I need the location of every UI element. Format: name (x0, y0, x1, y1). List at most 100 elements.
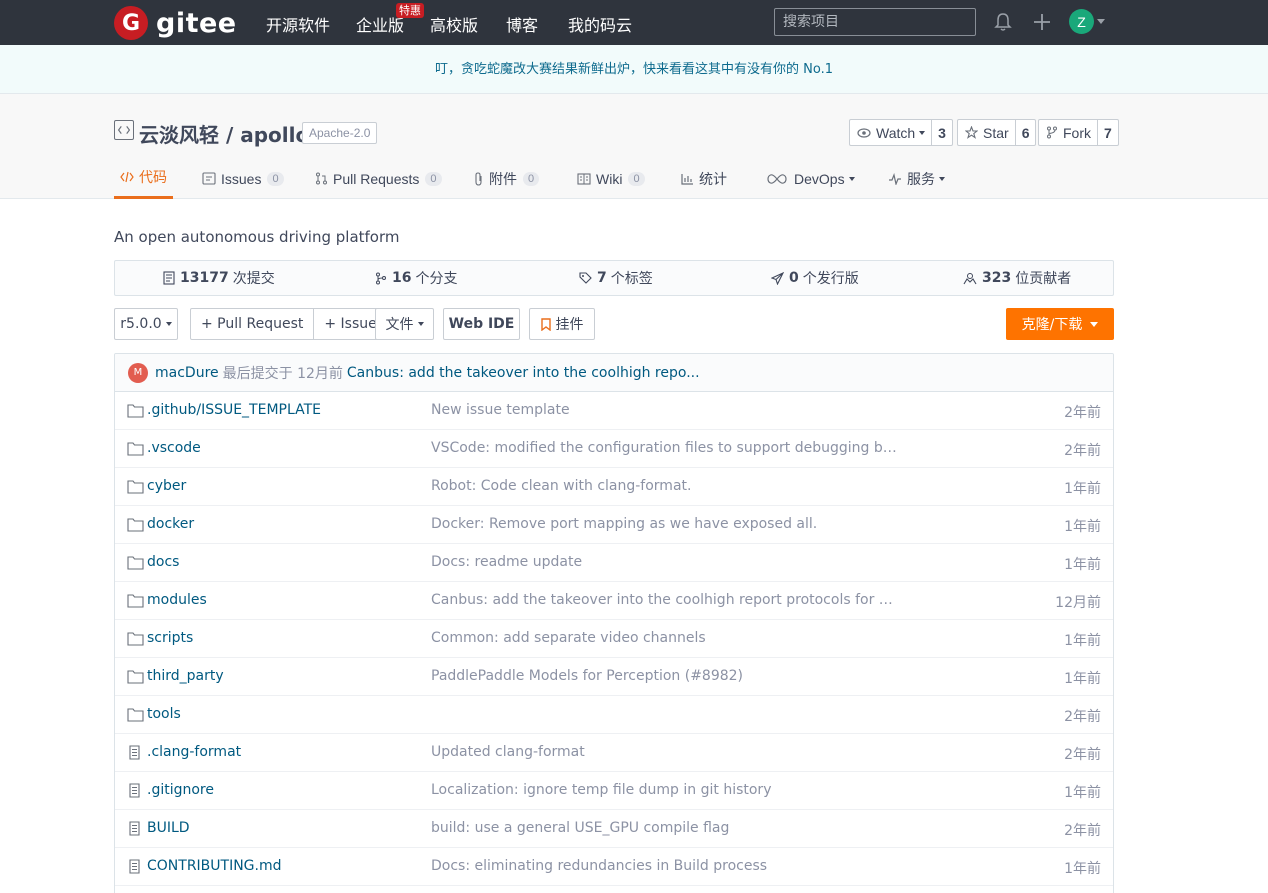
file-commit-message[interactable]: VSCode: modified the configuration files… (431, 440, 901, 456)
file-name-link[interactable]: .github/ISSUE_TEMPLATE (147, 402, 321, 418)
book-icon (577, 172, 591, 185)
notice-text[interactable]: 叮，贪吃蛇魔改大赛结果新鲜出炉，快来看看这其中有没有你的 No.1 (435, 62, 833, 77)
file-row[interactable]: CONTRIBUTING.md Docs: eliminating redunda… (115, 848, 1113, 886)
file-row[interactable]: scripts Common: add separate video channe… (115, 620, 1113, 658)
file-commit-message[interactable]: Robot: Code clean with clang-format. (431, 478, 901, 494)
stat-contributors[interactable]: 323 位贡献者 (963, 261, 1071, 295)
tab-devops[interactable]: DevOps (767, 158, 855, 199)
widget-button[interactable]: 挂件 (529, 308, 595, 340)
license-badge[interactable]: Apache-2.0 (302, 122, 378, 144)
file-name-link[interactable]: cyber (147, 478, 186, 494)
file-row[interactable]: cyber Robot: Code clean with clang-format… (115, 468, 1113, 506)
file-name-link[interactable]: BUILD (147, 820, 190, 836)
file-row[interactable]: tools 2年前 (115, 696, 1113, 734)
stat-releases[interactable]: 0 个发行版 (771, 261, 859, 295)
tab-statistics-label: 统计 (699, 170, 727, 187)
nav-open-source[interactable]: 开源软件 (266, 12, 330, 36)
file-menu-button[interactable]: 文件 (375, 308, 434, 340)
watch-button[interactable]: Watch (850, 120, 933, 145)
nav-university[interactable]: 高校版 (430, 12, 478, 36)
tab-statistics[interactable]: 统计 (681, 158, 727, 199)
branch-select[interactable]: r5.0.0 (114, 308, 178, 340)
file-name-link[interactable]: docs (147, 554, 179, 570)
watch-count[interactable]: 3 (932, 120, 952, 145)
file-row[interactable]: third_party PaddlePaddle Models for Perce… (115, 658, 1113, 696)
commit-author-avatar[interactable]: M (128, 362, 148, 383)
file-row[interactable]: docker Docker: Remove port mapping as we … (115, 506, 1113, 544)
new-pull-request-button[interactable]: + Pull Request (191, 309, 313, 339)
file-name-link[interactable]: .gitignore (147, 782, 214, 798)
fork-count[interactable]: 7 (1098, 120, 1118, 145)
bell-icon[interactable] (992, 11, 1014, 33)
send-icon (771, 271, 784, 285)
file-commit-message[interactable]: Docs: readme update (431, 554, 901, 570)
tab-attachments[interactable]: 附件 0 (474, 158, 540, 199)
tab-wiki[interactable]: Wiki 0 (577, 158, 645, 199)
file-commit-time: 1年前 (1064, 633, 1101, 649)
tab-issues[interactable]: Issues 0 (202, 158, 284, 199)
repo-name-link[interactable]: apollo (240, 123, 309, 147)
file-row[interactable]: .vscode VSCode: modified the configuratio… (115, 430, 1113, 468)
file-name-link[interactable]: scripts (147, 630, 193, 646)
file-row[interactable]: modules Canbus: add the takeover into the… (115, 582, 1113, 620)
notice-banner[interactable]: 叮，贪吃蛇魔改大赛结果新鲜出炉，快来看看这其中有没有你的 No.1 (0, 45, 1268, 94)
clone-download-button[interactable]: 克隆/下载 (1006, 308, 1114, 340)
file-name-link[interactable]: third_party (147, 668, 224, 684)
star-button[interactable]: Star (958, 120, 1016, 145)
chevron-down-icon[interactable] (1097, 19, 1105, 24)
pulse-icon (889, 172, 901, 185)
search-input[interactable] (774, 8, 976, 36)
plus-icon[interactable] (1031, 11, 1053, 33)
file-name-link[interactable]: tools (147, 706, 181, 722)
tab-code-label: 代码 (139, 169, 167, 185)
user-avatar[interactable]: Z (1069, 9, 1094, 34)
stat-tags-num: 7 (597, 270, 607, 286)
chevron-down-icon (939, 176, 945, 181)
tab-services[interactable]: 服务 (888, 158, 945, 199)
gitee-logo[interactable]: G gitee (114, 6, 237, 40)
stat-tags[interactable]: 7 个标签 (579, 261, 653, 295)
file-commit-message[interactable]: Canbus: add the takeover into the coolhi… (431, 592, 901, 608)
chevron-down-icon (417, 322, 424, 326)
stat-commits[interactable]: 13177 次提交 (163, 261, 275, 295)
file-name-link[interactable]: .clang-format (147, 744, 241, 760)
nav-my-gitee[interactable]: 我的码云 (568, 12, 632, 36)
file-icon (129, 821, 140, 836)
star-count[interactable]: 6 (1016, 120, 1036, 145)
file-name-link[interactable]: docker (147, 516, 194, 532)
file-name-link[interactable]: modules (147, 592, 207, 608)
tab-pull-requests[interactable]: Pull Requests 0 (315, 158, 442, 199)
project-header: 云淡风轻 / apollo Apache-2.0 Watch 3 Star 6 … (0, 94, 1268, 199)
commit-message[interactable]: Canbus: add the takeover into the coolhi… (347, 365, 700, 381)
file-commit-message[interactable]: Common: add separate video channels (431, 630, 901, 646)
file-commit-message[interactable]: Docs: eliminating redundancies in Build … (431, 858, 901, 874)
file-commit-message[interactable]: Updated clang-format (431, 744, 901, 760)
fork-label: Fork (1063, 124, 1091, 141)
file-commit-message[interactable]: Docker: Remove port mapping as we have e… (431, 516, 901, 532)
file-commit-message[interactable]: New issue template (431, 402, 901, 418)
file-row[interactable]: .gitignore Localization: ignore temp file… (115, 772, 1113, 810)
tab-issues-label: Issues (221, 170, 262, 187)
stat-contributors-label: 位贡献者 (1015, 271, 1072, 287)
file-commit-message[interactable]: PaddlePaddle Models for Perception (#898… (431, 668, 901, 684)
file-row[interactable]: .clang-format Updated clang-format 2年前 (115, 734, 1113, 772)
chevron-down-icon (1090, 321, 1099, 327)
web-ide-button[interactable]: Web IDE (443, 308, 520, 340)
fork-button[interactable]: Fork (1039, 120, 1098, 145)
branch-label: r5.0.0 (120, 316, 162, 332)
file-name-link[interactable]: CONTRIBUTING.md (147, 858, 282, 874)
repo-owner-link[interactable]: 云淡风轻 (139, 123, 219, 147)
stat-commits-label: 次提交 (232, 271, 275, 287)
stat-branches-label: 个分支 (415, 271, 458, 287)
file-commit-message[interactable]: build: use a general USE_GPU compile fla… (431, 820, 901, 836)
file-row[interactable]: .github/ISSUE_TEMPLATE New issue template… (115, 392, 1113, 430)
file-name-link[interactable]: .vscode (147, 440, 201, 456)
nav-blog[interactable]: 博客 (506, 12, 538, 36)
file-row[interactable]: docs Docs: readme update 1年前 (115, 544, 1113, 582)
tab-code[interactable]: 代码 (114, 158, 173, 199)
stat-branches[interactable]: 16 个分支 (375, 261, 457, 295)
file-commit-message[interactable]: Localization: ignore temp file dump in g… (431, 782, 901, 798)
file-row[interactable]: BUILD build: use a general USE_GPU compil… (115, 810, 1113, 848)
commit-author[interactable]: macDure (155, 365, 219, 381)
stat-tags-label: 个标签 (610, 271, 653, 287)
